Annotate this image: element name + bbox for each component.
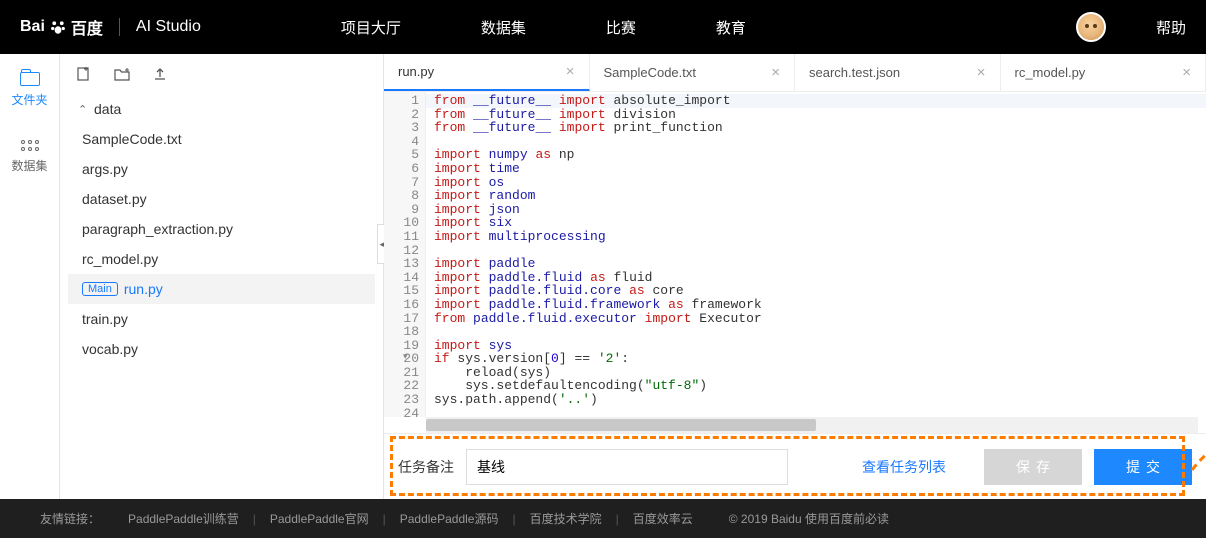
horizontal-scrollbar[interactable] — [426, 417, 1198, 433]
main-tag: Main — [82, 282, 118, 296]
tree-file[interactable]: train.py — [68, 304, 375, 334]
tree-file-main[interactable]: Main run.py — [68, 274, 375, 304]
save-button[interactable]: 保存 — [984, 449, 1082, 485]
baidu-logo: Bai 百度 — [20, 15, 103, 39]
folder-label: data — [94, 101, 121, 117]
footer-label: 友情链接： — [40, 510, 100, 527]
tree-children: SampleCode.txt args.py dataset.py paragr… — [68, 124, 375, 364]
footer-link[interactable]: 百度技术学院 — [530, 510, 602, 527]
new-file-icon[interactable] — [76, 66, 92, 82]
tree-folder-data[interactable]: ⌃ data — [68, 94, 375, 124]
footer-link[interactable]: PaddlePaddle源码 — [400, 510, 499, 527]
scroll-thumb[interactable] — [426, 419, 816, 431]
tree-file[interactable]: rc_model.py — [68, 244, 375, 274]
brand-main: 百度 — [71, 15, 103, 39]
paw-icon — [49, 18, 67, 36]
studio-label: AI Studio — [136, 18, 201, 36]
tree-file[interactable]: args.py — [68, 154, 375, 184]
file-tree: ⌃ data SampleCode.txt args.py dataset.py… — [60, 94, 383, 364]
nav-datasets[interactable]: 数据集 — [481, 17, 526, 38]
footer-link[interactable]: PaddlePaddle官网 — [270, 510, 369, 527]
view-tasks-link[interactable]: 查看任务列表 — [862, 457, 946, 477]
new-folder-icon[interactable] — [114, 66, 130, 82]
close-icon[interactable]: × — [1182, 64, 1191, 81]
rail-dataset[interactable]: 数据集 — [0, 120, 59, 186]
tab-rcmodel[interactable]: rc_model.py× — [1001, 54, 1206, 91]
code-area[interactable]: 123456789101112131415161718192021222324 … — [384, 92, 1206, 417]
divider — [119, 18, 120, 36]
main-file-label: run.py — [124, 281, 163, 297]
rail-files[interactable]: 文件夹 — [0, 54, 59, 120]
action-bar: 任务备注 查看任务列表 保存 提交 — [384, 433, 1206, 499]
brand-prefix: Bai — [20, 18, 45, 36]
line-gutter: 123456789101112131415161718192021222324 — [384, 92, 426, 417]
tree-file[interactable]: SampleCode.txt — [68, 124, 375, 154]
top-nav: Bai 百度 AI Studio 项目大厅 数据集 比赛 教育 帮助 — [0, 0, 1206, 54]
footer-link[interactable]: 百度效率云 — [633, 510, 693, 527]
note-input[interactable] — [466, 449, 788, 485]
rail-dataset-label: 数据集 — [11, 157, 47, 174]
nav-projects[interactable]: 项目大厅 — [341, 17, 401, 38]
dataset-icon — [19, 136, 41, 154]
file-toolbar — [60, 54, 383, 94]
tab-search[interactable]: search.test.json× — [795, 54, 1001, 91]
editor: ◀ run.py× SampleCode.txt× search.test.js… — [384, 54, 1206, 499]
tab-run[interactable]: run.py× — [384, 54, 590, 91]
main: 文件夹 数据集 ⌃ data SampleCode.txt args.py da… — [0, 54, 1206, 499]
submit-button[interactable]: 提交 — [1094, 449, 1192, 485]
help-link[interactable]: 帮助 — [1156, 17, 1186, 38]
chevron-down-icon: ⌃ — [78, 103, 88, 116]
close-icon[interactable]: × — [977, 64, 986, 81]
note-label: 任务备注 — [398, 457, 454, 477]
logo-area: Bai 百度 AI Studio — [20, 15, 201, 39]
tab-sample[interactable]: SampleCode.txt× — [590, 54, 796, 91]
code-content[interactable]: from __future__ import absolute_importfr… — [426, 92, 1206, 417]
footer-link[interactable]: PaddlePaddle训练营 — [128, 510, 239, 527]
tree-file[interactable]: dataset.py — [68, 184, 375, 214]
file-panel: ⌃ data SampleCode.txt args.py dataset.py… — [60, 54, 384, 499]
fold-marker[interactable]: ▾ — [403, 353, 408, 362]
nav-right: 帮助 — [1076, 12, 1186, 42]
nav-education[interactable]: 教育 — [716, 17, 746, 38]
folder-icon — [19, 70, 41, 88]
footer: 友情链接： PaddlePaddle训练营| PaddlePaddle官网| P… — [0, 499, 1206, 538]
nav-links: 项目大厅 数据集 比赛 教育 — [341, 17, 746, 38]
upload-icon[interactable] — [152, 66, 168, 82]
tabs: run.py× SampleCode.txt× search.test.json… — [384, 54, 1206, 92]
nav-competitions[interactable]: 比赛 — [606, 17, 636, 38]
tree-file[interactable]: paragraph_extraction.py — [68, 214, 375, 244]
left-rail: 文件夹 数据集 — [0, 54, 60, 499]
close-icon[interactable]: × — [566, 63, 575, 80]
rail-files-label: 文件夹 — [11, 91, 47, 108]
tree-file[interactable]: vocab.py — [68, 334, 375, 364]
footer-copyright: © 2019 Baidu 使用百度前必读 — [729, 510, 889, 527]
avatar[interactable] — [1076, 12, 1106, 42]
close-icon[interactable]: × — [771, 64, 780, 81]
